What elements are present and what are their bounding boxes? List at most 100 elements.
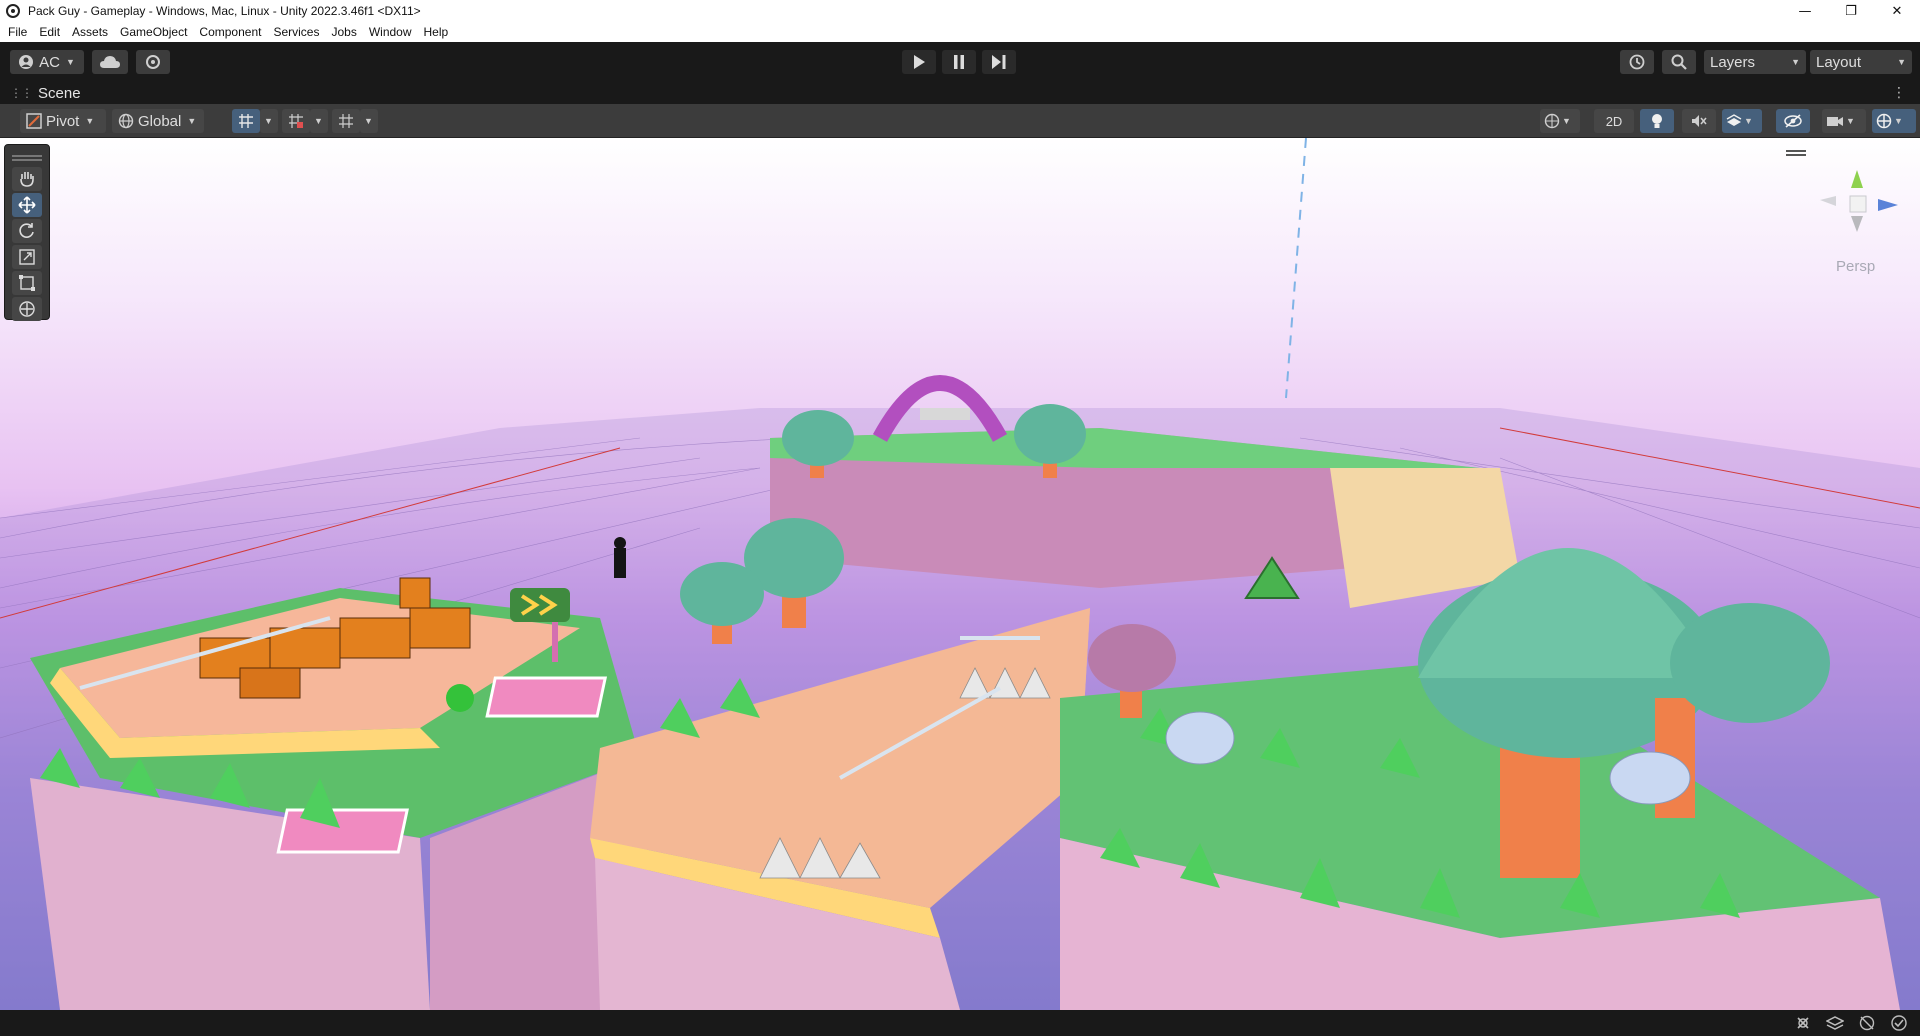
account-icon: [19, 55, 34, 69]
camera-icon: [1827, 117, 1843, 126]
grid-icon: ⋮⋮: [10, 86, 33, 100]
scene-toolbar: Pivot ▼ Global ▼ ▼ ▼ ▼ ▼ 2D ▼ ▼ ▼: [0, 104, 1920, 138]
minimize-button[interactable]: —: [1782, 0, 1828, 22]
effects-dropdown[interactable]: ▼: [1722, 109, 1762, 133]
unity-logo-icon: [6, 4, 20, 18]
effects-icon: [1726, 114, 1742, 126]
chevron-down-icon: ▼: [187, 116, 197, 126]
gizmos-dropdown[interactable]: ▼: [1872, 109, 1916, 133]
increment-snap-toggle[interactable]: [282, 109, 310, 133]
chevron-down-icon: ▼: [65, 57, 75, 67]
title-bar: Pack Guy - Gameplay - Windows, Mac, Linu…: [0, 0, 1920, 22]
light-bulb-icon: [1652, 114, 1662, 128]
chevron-down-icon: ▼: [264, 116, 273, 126]
menu-gameobject[interactable]: GameObject: [114, 22, 193, 42]
chevron-down-icon: ▼: [364, 116, 373, 126]
lighting-toggle[interactable]: [1640, 109, 1674, 133]
scene-render[interactable]: [0, 138, 1920, 1010]
camera-dropdown[interactable]: ▼: [1822, 109, 1866, 133]
window-controls: — ❐ ✕: [1782, 0, 1920, 22]
chevron-down-icon: ▼: [1791, 57, 1800, 67]
layers-dropdown[interactable]: Layers ▼: [1704, 50, 1806, 74]
rotate-icon: [19, 223, 34, 238]
network-icon[interactable]: [1858, 1014, 1876, 1032]
step-icon: [992, 55, 1006, 69]
play-button[interactable]: [902, 50, 936, 74]
scale-icon: [19, 249, 35, 265]
overlay-drag-handle[interactable]: [12, 155, 42, 157]
step-button[interactable]: [982, 50, 1016, 74]
more-options-icon[interactable]: ⋮: [1892, 85, 1906, 101]
menu-component[interactable]: Component: [193, 22, 267, 42]
window-title: Pack Guy - Gameplay - Windows, Mac, Linu…: [28, 4, 421, 18]
global-dropdown[interactable]: Global ▼: [112, 109, 204, 133]
menu-window[interactable]: Window: [363, 22, 418, 42]
menu-help[interactable]: Help: [418, 22, 455, 42]
rect-tool-button[interactable]: [12, 271, 42, 295]
chevron-down-icon: ▼: [1897, 57, 1906, 67]
layers-status-icon[interactable]: [1826, 1014, 1844, 1032]
search-button[interactable]: [1662, 50, 1696, 74]
play-icon: [914, 55, 925, 69]
chevron-down-icon: ▼: [314, 116, 323, 126]
collab-button[interactable]: [136, 50, 170, 74]
audio-toggle[interactable]: [1682, 109, 1716, 133]
axis-y-icon[interactable]: [1851, 170, 1863, 188]
projection-label[interactable]: Persp: [1836, 258, 1875, 275]
camera-guide-line: [1285, 138, 1307, 399]
account-dropdown[interactable]: AC ▼: [10, 50, 84, 74]
collectible-orb: [446, 684, 474, 712]
axis-z-icon[interactable]: [1878, 199, 1898, 211]
undo-history-button[interactable]: [1620, 50, 1654, 74]
orientation-gizmo[interactable]: [1812, 160, 1902, 260]
layers-label: Layers: [1710, 53, 1756, 71]
axis-x-icon[interactable]: [1820, 196, 1836, 206]
history-icon: [1629, 54, 1645, 70]
tools-overlay: [4, 144, 50, 321]
scene-viewport[interactable]: [0, 138, 1920, 1010]
draw-mode-dropdown[interactable]: ▼: [1540, 109, 1580, 133]
grid-icon: [339, 114, 353, 128]
rotate-tool-button[interactable]: [12, 219, 42, 243]
transform-tool-button[interactable]: [12, 297, 42, 321]
mute-icon: [1692, 115, 1707, 127]
hidden-objects-toggle[interactable]: [1776, 109, 1810, 133]
chevron-down-icon: ▼: [85, 116, 95, 126]
check-icon[interactable]: [1890, 1014, 1908, 1032]
eye-hidden-icon: [1784, 114, 1802, 128]
hand-icon: [20, 172, 34, 187]
gizmo-center-cube[interactable]: [1849, 195, 1867, 213]
close-button[interactable]: ✕: [1874, 0, 1920, 22]
gizmo-menu-icon[interactable]: [1786, 150, 1806, 152]
tab-scene[interactable]: Scene: [38, 85, 81, 102]
menu-jobs[interactable]: Jobs: [325, 22, 362, 42]
menu-assets[interactable]: Assets: [66, 22, 114, 42]
pause-button[interactable]: [942, 50, 976, 74]
cloud-button[interactable]: [92, 50, 128, 74]
grid-snap-icon: [239, 114, 253, 128]
toggle-2d-button[interactable]: 2D: [1594, 109, 1634, 133]
search-icon: [1671, 54, 1687, 70]
increment-snap-dropdown[interactable]: ▼: [310, 109, 328, 133]
grid-visibility-dropdown[interactable]: ▼: [360, 109, 378, 133]
maximize-button[interactable]: ❐: [1828, 0, 1874, 22]
menu-services[interactable]: Services: [267, 22, 325, 42]
move-tool-button[interactable]: [12, 193, 42, 217]
debug-icon[interactable]: [1794, 1014, 1812, 1032]
axis-neg-y-icon[interactable]: [1851, 216, 1863, 232]
menu-bar: File Edit Assets GameObject Component Se…: [0, 22, 1920, 42]
chevron-down-icon: ▼: [1846, 116, 1855, 126]
main-toolbar: AC ▼ Layers ▼ Layout ▼: [0, 42, 1920, 82]
layout-dropdown[interactable]: Layout ▼: [1810, 50, 1912, 74]
chevron-down-icon: ▼: [1744, 116, 1753, 126]
pivot-dropdown[interactable]: Pivot ▼: [20, 109, 106, 133]
menu-edit[interactable]: Edit: [33, 22, 66, 42]
scale-tool-button[interactable]: [12, 245, 42, 269]
grid-snap-dropdown[interactable]: ▼: [260, 109, 278, 133]
menu-file[interactable]: File: [2, 22, 33, 42]
grid-snap-toggle[interactable]: [232, 109, 260, 133]
grid-visibility-toggle[interactable]: [332, 109, 360, 133]
shading-icon: [1544, 113, 1560, 129]
hand-tool-button[interactable]: [12, 167, 42, 191]
transform-icon: [19, 301, 35, 317]
